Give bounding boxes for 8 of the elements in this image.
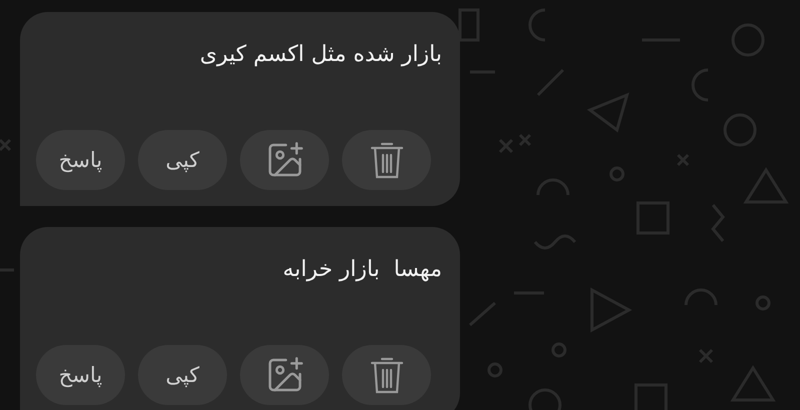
trash-icon xyxy=(370,355,404,395)
message-text: مهسا بازار خرابه xyxy=(282,257,442,282)
message-text: بازار شده مثل اکسم کیری xyxy=(200,42,442,67)
reply-button[interactable]: پاسخ xyxy=(36,130,125,190)
reply-button[interactable]: پاسخ xyxy=(36,345,125,405)
copy-button[interactable]: کپی xyxy=(138,130,227,190)
copy-button[interactable]: کپی xyxy=(138,345,227,405)
trash-icon xyxy=(370,140,404,180)
